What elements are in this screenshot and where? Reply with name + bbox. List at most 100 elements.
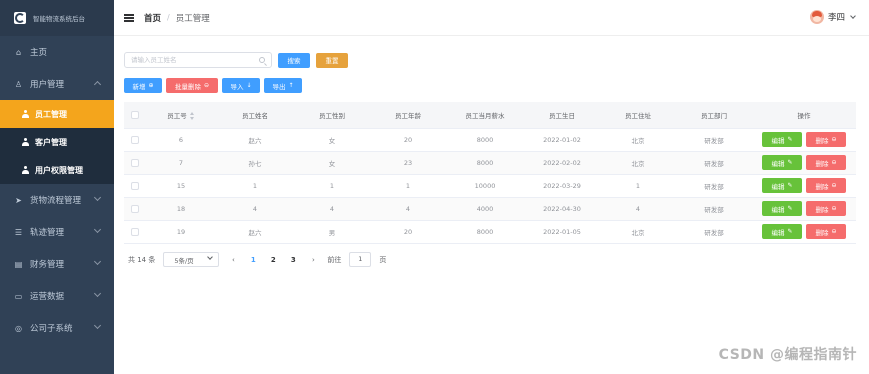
edit-label: 编辑 — [771, 182, 785, 191]
export-button[interactable]: 导出 ↑ — [264, 78, 302, 93]
upload-icon: ↑ — [288, 82, 294, 89]
batch-delete-button[interactable]: 批量删除 ⊖ — [166, 78, 218, 93]
sidebar-item-track[interactable]: ☰ 轨迹管理 — [0, 216, 114, 248]
import-button[interactable]: 导入 ↓ — [222, 78, 260, 93]
table-cell: 4 — [600, 197, 676, 221]
chevron-up-icon — [93, 80, 102, 89]
row-actions: 编辑 ✎ 删除 ⊖ — [752, 220, 856, 244]
table-cell: 20 — [370, 220, 446, 244]
table-body: 6 赵六 女 20 8000 2022-01-02 北京 研发部 编辑 ✎ 删除 ⊖… — [124, 128, 856, 244]
export-label: 导出 — [272, 82, 286, 91]
minus-circle-icon: ⊖ — [831, 136, 837, 143]
table-cell: 4000 — [446, 197, 524, 221]
sidebar-item-home[interactable]: ⌂ 主页 — [0, 36, 114, 68]
sidebar-item-employee-management[interactable]: 员工管理 — [0, 100, 114, 128]
sliders-icon: ☰ — [14, 227, 23, 237]
minus-circle-icon: ⊖ — [831, 182, 837, 189]
search-button[interactable]: 搜索 — [278, 52, 310, 68]
brand[interactable]: 智能物流系统后台 — [0, 0, 114, 36]
sidebar-item-finance[interactable]: ▤ 财务管理 — [0, 248, 114, 280]
add-button[interactable]: 新增 ⊕ — [124, 78, 162, 93]
pagination: 共 14 条 5条/页 ‹ 1 2 3 › 前往 1 页 — [128, 252, 386, 267]
sidebar: 智能物流系统后台 ⌂ 主页 ♙ 用户管理 员工管理 客户管理 用户权限管理 ➤ … — [0, 0, 114, 374]
goto-page-input[interactable]: 1 — [349, 252, 372, 267]
hamburger-icon[interactable] — [124, 13, 134, 22]
delete-button[interactable]: 删除 ⊖ — [806, 178, 846, 193]
delete-label: 删除 — [815, 205, 829, 214]
page-size-select[interactable]: 5条/页 — [163, 252, 220, 267]
next-page-icon[interactable]: › — [307, 256, 319, 264]
table-row: 18 4 4 4 4000 2022-04-30 4 研发部 编辑 ✎ 删除 ⊖ — [124, 197, 856, 221]
watermark: CSDN @编程指南针 — [718, 347, 857, 363]
sidebar-item-label: 员工管理 — [35, 109, 67, 119]
column-header: 员工年龄 — [370, 102, 446, 129]
sidebar-item-label: 用户管理 — [30, 80, 65, 90]
row-select-cell — [124, 128, 146, 152]
table-row: 19 赵六 男 20 8000 2022-01-05 北京 研发部 编辑 ✎ 删除… — [124, 220, 856, 244]
sidebar-item-label: 货物流程管理 — [30, 196, 82, 206]
page-number[interactable]: 2 — [267, 256, 279, 264]
row-checkbox[interactable] — [131, 181, 139, 190]
sort-icon[interactable] — [189, 111, 195, 120]
page-size-value: 5条/页 — [174, 256, 194, 265]
table-row: 7 孙七 女 23 8000 2022-02-02 北京 研发部 编辑 ✎ 删除 ⊖ — [124, 151, 856, 175]
import-label: 导入 — [230, 82, 244, 91]
page-number[interactable]: 1 — [247, 256, 259, 264]
row-checkbox[interactable] — [131, 135, 139, 144]
breadcrumb-home[interactable]: 首页 — [144, 12, 161, 24]
delete-label: 删除 — [815, 228, 829, 237]
delete-button[interactable]: 删除 ⊖ — [806, 201, 846, 216]
sidebar-item-subsystem[interactable]: ◎ 公司子系统 — [0, 312, 114, 344]
column-header: 员工部门 — [676, 102, 752, 129]
row-select-cell — [124, 174, 146, 198]
user-menu[interactable]: 李四 — [809, 10, 856, 24]
row-checkbox[interactable] — [131, 227, 139, 236]
table-row: 6 赵六 女 20 8000 2022-01-02 北京 研发部 编辑 ✎ 删除 ⊖ — [124, 128, 856, 152]
edit-button[interactable]: 编辑 ✎ — [762, 178, 802, 193]
sidebar-item-user-permissions[interactable]: 用户权限管理 — [0, 156, 114, 184]
row-checkbox[interactable] — [131, 204, 139, 213]
edit-button[interactable]: 编辑 ✎ — [762, 224, 802, 239]
table-cell: 北京 — [600, 128, 676, 152]
select-all-checkbox[interactable] — [131, 110, 139, 119]
table-cell: 2022-02-02 — [524, 151, 600, 175]
submenu-user-management: 员工管理 客户管理 用户权限管理 — [0, 100, 114, 184]
sidebar-item-cargo-flow[interactable]: ➤ 货物流程管理 — [0, 184, 114, 216]
top-header: 首页 / 员工管理 李四 — [114, 0, 869, 36]
sidebar-item-user-management[interactable]: ♙ 用户管理 — [0, 68, 114, 100]
table-cell: 研发部 — [676, 151, 752, 175]
batch-delete-label: 批量删除 — [174, 82, 201, 91]
sidebar-item-customer-management[interactable]: 客户管理 — [0, 128, 114, 156]
edit-button[interactable]: 编辑 ✎ — [762, 155, 802, 170]
page-number[interactable]: 3 — [287, 256, 299, 264]
delete-button[interactable]: 删除 ⊖ — [806, 224, 846, 239]
prev-page-icon[interactable]: ‹ — [227, 256, 239, 264]
avatar — [809, 10, 824, 24]
edit-button[interactable]: 编辑 ✎ — [762, 132, 802, 147]
search-input[interactable] — [131, 56, 256, 64]
row-actions: 编辑 ✎ 删除 ⊖ — [752, 151, 856, 175]
row-actions: 编辑 ✎ 删除 ⊖ — [752, 197, 856, 221]
row-checkbox[interactable] — [131, 158, 139, 167]
reset-button[interactable]: 重置 — [316, 52, 348, 68]
table-cell: 孙七 — [216, 151, 294, 175]
column-header: 操作 — [752, 102, 856, 129]
delete-button[interactable]: 删除 ⊖ — [806, 155, 846, 170]
breadcrumb-current: 员工管理 — [175, 13, 210, 24]
main-content: 搜索 重置 新增 ⊕ 批量删除 ⊖ 导入 ↓ 导出 ↑ — [114, 36, 869, 374]
table-cell: 研发部 — [676, 197, 752, 221]
search-input-wrapper — [124, 52, 272, 68]
add-label: 新增 — [132, 82, 146, 91]
table-cell: 赵六 — [216, 220, 294, 244]
column-header[interactable]: 员工号 — [146, 102, 216, 129]
finance-icon: ▤ — [14, 259, 23, 269]
sidebar-item-operations[interactable]: ▭ 运营数据 — [0, 280, 114, 312]
chevron-down-icon — [850, 13, 856, 19]
table-cell: 7 — [146, 151, 216, 175]
edit-button[interactable]: 编辑 ✎ — [762, 201, 802, 216]
edit-icon: ✎ — [787, 228, 793, 235]
delete-button[interactable]: 删除 ⊖ — [806, 132, 846, 147]
table-row: 15 1 1 1 10000 2022-03-29 1 研发部 编辑 ✎ 删除 ⊖ — [124, 174, 856, 198]
table-cell: 15 — [146, 174, 216, 198]
username: 李四 — [827, 13, 845, 23]
